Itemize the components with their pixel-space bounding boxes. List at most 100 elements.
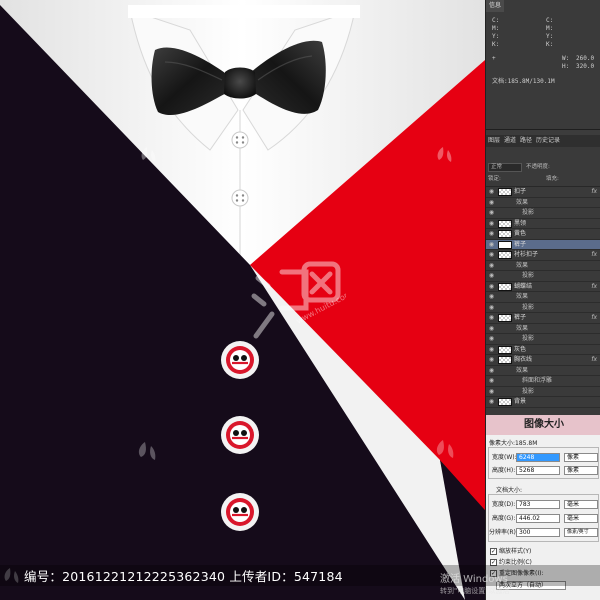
layer-row[interactable]: ◉ 黄色 (486, 229, 600, 240)
lock-label: 锁定: (488, 176, 501, 182)
fx-icon[interactable]: fx (591, 187, 597, 198)
info-label: C: (546, 17, 554, 24)
layer-row[interactable]: ◉ 投影 (486, 387, 600, 397)
fx-icon[interactable]: fx (591, 282, 597, 293)
layer-row[interactable]: ◉ 效果 (486, 292, 600, 303)
eye-icon[interactable]: ◉ (488, 262, 495, 269)
image-info-bar: 编号：20161221212225362340 上传者ID：547184 (0, 565, 600, 586)
height-label: 高度(H): (492, 467, 516, 474)
layer-row[interactable]: ◉ 衬衫扣子 fx (486, 250, 600, 261)
layer-thumbnail (498, 219, 512, 228)
image-id-text: 编号：20161221212225362340 上传者ID：547184 (24, 569, 343, 584)
resolution-label: 分辨率(R): (489, 529, 518, 536)
scale-styles-checkbox[interactable]: ✓ (490, 548, 497, 555)
eye-icon[interactable]: ◉ (488, 251, 495, 258)
layer-row[interactable]: ◉ 灰色 (486, 345, 600, 355)
info-value: 260.0 (576, 55, 595, 62)
layer-row[interactable]: ◉ 黑领 (486, 219, 600, 229)
eye-icon[interactable]: ◉ (488, 398, 495, 405)
windows-activation-subtext: 转到"电脑设置"以激活 (440, 587, 510, 595)
layer-row[interactable]: ◉ 效果 (486, 324, 600, 334)
folder-icon (498, 240, 512, 249)
opacity-label: 不透明度: (526, 164, 550, 170)
eye-icon[interactable]: ◉ (488, 230, 495, 237)
layer-name: 效果 (516, 324, 529, 332)
fx-icon[interactable]: fx (591, 355, 597, 366)
pixel-width-unit[interactable]: 像素 (564, 453, 598, 462)
doc-width-unit[interactable]: 毫米 (564, 500, 598, 509)
eye-icon[interactable]: ◉ (488, 356, 495, 363)
tab-layers[interactable]: 图层 (488, 135, 500, 147)
eye-icon[interactable]: ◉ (488, 388, 495, 395)
doc-size-readout: 文档:185.8M/130.1M (492, 78, 555, 85)
eye-icon[interactable]: ◉ (488, 241, 495, 248)
layer-row[interactable]: ◉ 蝴蝶结 fx (486, 282, 600, 293)
layer-row[interactable]: ◉ 裤子 fx (486, 313, 600, 324)
shirt-button-1 (231, 131, 249, 149)
layer-name: 投影 (522, 387, 535, 395)
layer-row[interactable]: ◉ 效果 (486, 366, 600, 376)
eye-icon[interactable]: ◉ (488, 377, 495, 384)
layer-name: 效果 (516, 261, 529, 269)
layer-name: 效果 (516, 198, 529, 206)
doc-height-input[interactable]: 446.02 (516, 514, 560, 523)
eye-icon[interactable]: ◉ (488, 272, 495, 279)
layer-row[interactable]: ◉ 裤子 (486, 239, 600, 250)
fx-icon[interactable]: fx (591, 250, 597, 261)
pixel-height-input[interactable]: 5268 (516, 466, 560, 475)
blend-mode-select[interactable]: 正常 (488, 163, 522, 172)
eye-icon[interactable]: ◉ (488, 209, 495, 216)
layer-thumbnail (498, 398, 512, 406)
eye-icon[interactable]: ◉ (488, 188, 495, 195)
doc-height-unit[interactable]: 毫米 (564, 514, 598, 523)
layer-row[interactable]: ◉ 斜面和浮雕 (486, 376, 600, 387)
eye-icon[interactable]: ◉ (488, 293, 495, 300)
tab-channels[interactable]: 通道 (504, 135, 516, 147)
pixel-height-unit[interactable]: 像素 (564, 466, 598, 475)
pixel-width-input[interactable]: 6248 (516, 453, 560, 462)
eye-icon[interactable]: ◉ (488, 367, 495, 374)
layer-name: 衬衫扣子 (514, 251, 539, 258)
layer-name: 效果 (516, 366, 529, 374)
resolution-unit[interactable]: 像素/英寸 (564, 528, 598, 537)
layer-row[interactable]: ◉ 背景 (486, 397, 600, 408)
doc-width-input[interactable]: 783 (516, 500, 560, 509)
doc-height-label: 高度(G): (492, 515, 516, 522)
eye-icon[interactable]: ◉ (488, 283, 495, 290)
layer-name: 黑领 (514, 219, 527, 227)
layer-name: 投影 (522, 209, 535, 216)
layer-row[interactable]: ◉ 投影 (486, 208, 600, 219)
eye-icon[interactable]: ◉ (488, 199, 495, 206)
eye-icon[interactable]: ◉ (488, 346, 495, 353)
eye-icon[interactable]: ◉ (488, 314, 495, 321)
layer-row[interactable]: ◉ 投影 (486, 271, 600, 282)
layer-row[interactable]: ◉ 扣子 fx (486, 187, 600, 198)
tab-info[interactable]: 信息 (486, 0, 505, 12)
tab-paths[interactable]: 路径 (520, 135, 532, 147)
eye-icon[interactable]: ◉ (488, 220, 495, 227)
layer-row[interactable]: ◉ 胸衣线 fx (486, 355, 600, 366)
shirt-button-2 (231, 189, 249, 207)
eye-icon[interactable]: ◉ (488, 304, 495, 311)
photoshop-panels: 信息 C: M: Y: K: C: M: Y: K: + W: 260.0 H:… (485, 0, 600, 600)
layer-thumbnail (498, 345, 512, 354)
info-label: W: (562, 55, 570, 62)
layer-thumbnail (498, 282, 512, 291)
width-label: 宽度(W): (492, 454, 517, 461)
layer-row[interactable]: ◉ 效果 (486, 261, 600, 271)
eye-icon[interactable]: ◉ (488, 335, 495, 342)
doc-width-label: 宽度(D): (492, 501, 516, 508)
layer-row[interactable]: ◉ 投影 (486, 303, 600, 313)
fx-icon[interactable]: fx (591, 313, 597, 324)
layer-thumbnail (498, 314, 512, 322)
info-label: Y: (546, 33, 554, 40)
windows-activation-text: 激活 Windows (440, 574, 508, 585)
resolution-input[interactable]: 300 (516, 528, 560, 537)
layer-name: 胸衣线 (514, 356, 533, 363)
eye-icon[interactable]: ◉ (488, 325, 495, 332)
info-panel: 信息 C: M: Y: K: C: M: Y: K: + W: 260.0 H:… (486, 0, 600, 130)
layer-name: 裤子 (514, 314, 527, 321)
tab-history[interactable]: 历史记录 (536, 135, 560, 147)
layer-row[interactable]: ◉ 效果 (486, 198, 600, 208)
layer-row[interactable]: ◉ 投影 (486, 334, 600, 345)
